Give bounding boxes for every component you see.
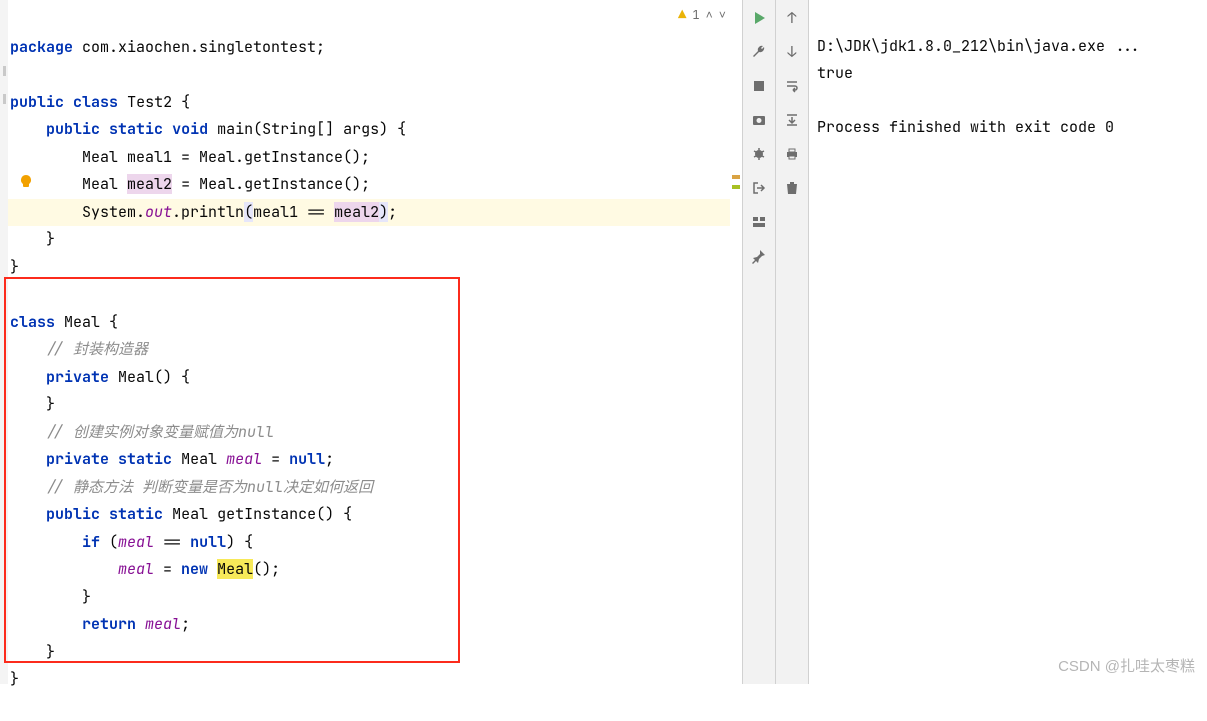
semicolon: ; xyxy=(388,202,397,222)
warning-icon: ▲ xyxy=(678,6,686,24)
meal1-declaration: meal1 = Meal.getInstance(); xyxy=(127,147,370,167)
class-name-meal: Meal xyxy=(64,312,100,332)
type-meal: Meal xyxy=(82,147,118,167)
code-editor-pane[interactable]: package com.xiaochen.singletontest; publ… xyxy=(0,0,743,684)
editor-gutter xyxy=(0,0,8,684)
meal-constructor: Meal() { xyxy=(118,367,190,387)
keyword-static: static xyxy=(118,449,172,469)
warning-count: 1 xyxy=(692,7,699,23)
system-ref: System. xyxy=(82,202,145,222)
layout-icon[interactable] xyxy=(749,212,769,232)
lightbulb-icon[interactable] xyxy=(18,174,34,190)
chevron-up-icon[interactable]: ˄ xyxy=(706,7,713,23)
keyword-null: null xyxy=(289,449,325,469)
type-meal: Meal xyxy=(172,504,208,524)
inspection-widget[interactable]: ▲ 1 ˄ ˅ xyxy=(678,6,726,24)
class-name-test2: Test2 xyxy=(127,92,172,112)
trash-icon[interactable] xyxy=(782,178,802,198)
stop-button[interactable] xyxy=(749,76,769,96)
run-toolbar-left xyxy=(743,0,776,684)
meal-ctor-highlight: Meal xyxy=(217,559,253,579)
keyword-void: void xyxy=(172,119,208,139)
comment-3: // 静态方法 判断变量是否为null决定如何返回 xyxy=(46,477,373,497)
keyword-public: public xyxy=(46,119,100,139)
print-icon[interactable] xyxy=(782,144,802,164)
watermark-text: CSDN @扎哇太枣糕 xyxy=(1058,655,1195,676)
field-meal-assign: meal xyxy=(118,559,154,579)
code-content[interactable]: package com.xiaochen.singletontest; publ… xyxy=(0,0,742,721)
field-meal-ref: meal xyxy=(118,532,154,552)
paren-close: ) xyxy=(379,202,388,222)
comment-1: // 封装构造器 xyxy=(46,339,148,359)
keyword-if: if xyxy=(82,532,100,552)
exit-icon[interactable] xyxy=(749,178,769,198)
method-main: main xyxy=(217,119,253,139)
comment-2: // 创建实例对象变量赋值为null xyxy=(46,422,274,442)
wrench-icon[interactable] xyxy=(749,42,769,62)
keyword-static: static xyxy=(109,119,163,139)
keyword-public: public xyxy=(10,92,64,112)
soft-wrap-icon[interactable] xyxy=(782,76,802,96)
editor-scrollbar[interactable] xyxy=(730,0,742,684)
main-args: (String[] args) xyxy=(253,119,388,139)
keyword-private: private xyxy=(46,449,109,469)
console-command: D:\JDK\jdk1.8.0_212\bin\java.exe ... xyxy=(817,36,1141,56)
up-arrow-icon[interactable]: ↑ xyxy=(782,8,802,28)
paren-open: ( xyxy=(244,202,253,222)
if-close: ) { xyxy=(226,532,253,552)
ctor-parens: (); xyxy=(253,559,280,579)
type-meal: Meal xyxy=(82,174,118,194)
down-arrow-icon[interactable]: ↓ xyxy=(782,42,802,62)
keyword-new: new xyxy=(181,559,208,579)
field-meal-return: meal xyxy=(145,614,181,634)
keyword-return: return xyxy=(82,614,136,634)
bug-icon[interactable] xyxy=(749,144,769,164)
console-line-true: true xyxy=(817,63,853,83)
print-arg1: meal1 == xyxy=(253,202,334,222)
keyword-public: public xyxy=(46,504,100,524)
assign-op: = xyxy=(154,559,181,579)
print-arg2-highlight: meal2 xyxy=(334,202,379,222)
keyword-package: package xyxy=(10,37,73,57)
scroll-to-end-icon[interactable] xyxy=(782,110,802,130)
meal2-rest: = Meal.getInstance(); xyxy=(172,174,370,194)
keyword-class: class xyxy=(10,312,55,332)
pin-icon[interactable] xyxy=(749,246,769,266)
keyword-null: null xyxy=(190,532,226,552)
camera-icon[interactable] xyxy=(749,110,769,130)
run-button[interactable] xyxy=(749,8,769,28)
eq-op: == xyxy=(154,532,190,552)
console-output[interactable]: D:\JDK\jdk1.8.0_212\bin\java.exe ... tru… xyxy=(809,0,1207,684)
keyword-class: class xyxy=(73,92,118,112)
package-name: com.xiaochen.singletontest; xyxy=(82,37,325,57)
println-call: .println xyxy=(172,202,244,222)
type-meal: Meal xyxy=(181,449,217,469)
field-meal: meal xyxy=(226,449,262,469)
keyword-private: private xyxy=(46,367,109,387)
run-toolbar-right: ↑ ↓ xyxy=(776,0,809,684)
chevron-down-icon[interactable]: ˅ xyxy=(719,7,726,23)
out-field: out xyxy=(145,202,172,222)
if-open: ( xyxy=(100,532,118,552)
keyword-static: static xyxy=(109,504,163,524)
assign-op: = xyxy=(262,449,289,469)
method-getInstance: getInstance xyxy=(217,504,316,524)
meal2-var-highlight: meal2 xyxy=(127,174,172,194)
console-exit-line: Process finished with exit code 0 xyxy=(817,117,1114,137)
